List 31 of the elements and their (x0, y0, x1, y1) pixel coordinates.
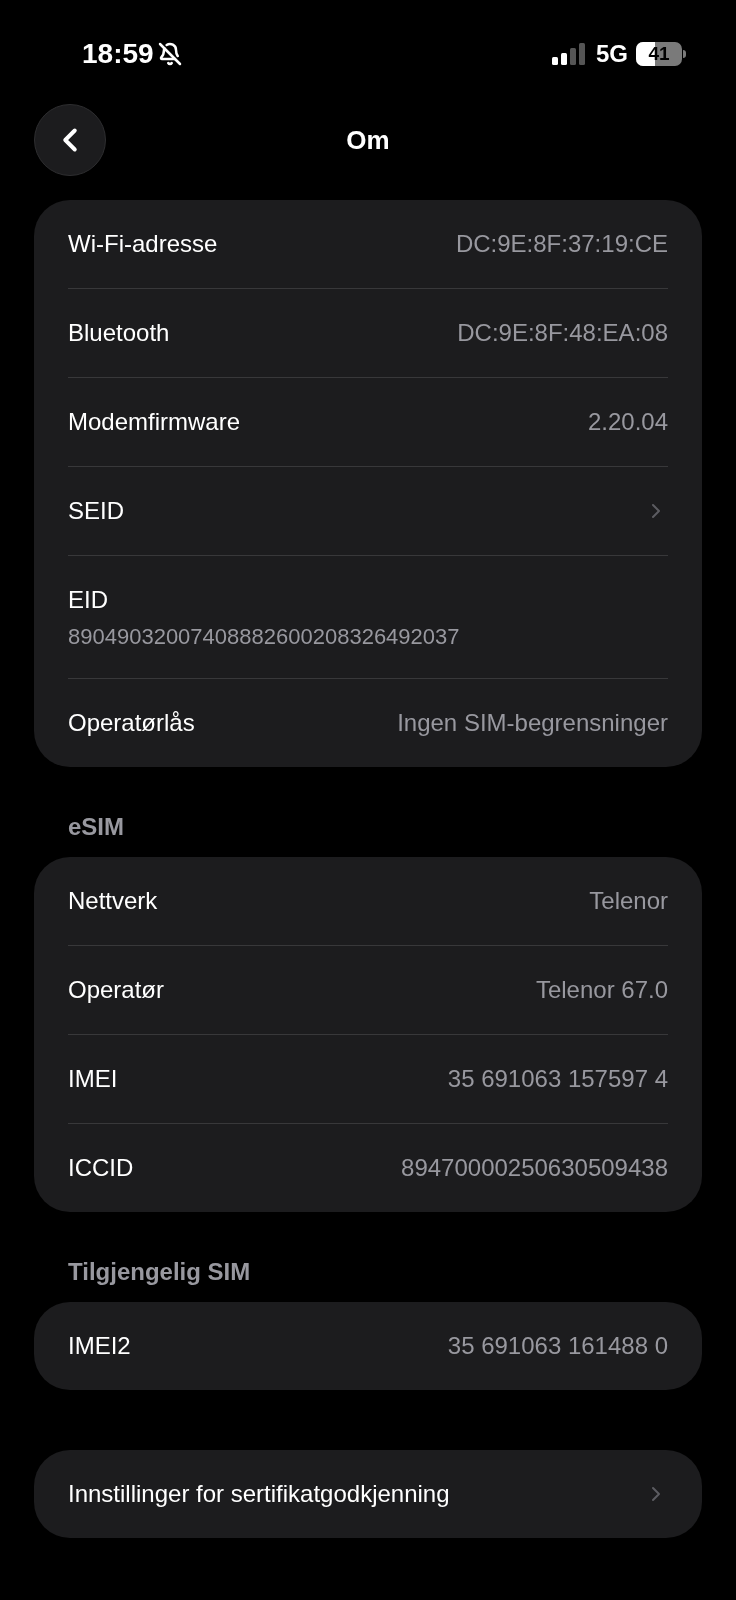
row-label: SEID (68, 496, 124, 526)
row-label: Bluetooth (68, 318, 170, 348)
row-label: Wi-Fi-adresse (68, 229, 218, 259)
status-time: 18:59 (82, 37, 154, 71)
row-label: EID (68, 584, 109, 615)
settings-row[interactable]: Innstillinger for sertifikatgodkjenning (68, 1450, 668, 1538)
row-value: 89049032007408882600208326492037 (68, 622, 461, 651)
signal-icon (552, 43, 588, 65)
row-label: Operatør (68, 975, 165, 1005)
row-value: DC:9E:8F:37:19:CE (455, 229, 668, 259)
row-label: IMEI2 (68, 1331, 131, 1361)
row-label: Nettverk (68, 886, 158, 916)
row-label: Operatørlås (68, 708, 195, 738)
row-value: DC:9E:8F:48:EA:08 (457, 318, 668, 348)
page-title: Om (346, 123, 390, 157)
row-value: 89470000250630509438 (401, 1153, 668, 1183)
row-value: Telenor (589, 886, 668, 916)
row-label: ICCID (68, 1153, 134, 1183)
settings-row[interactable]: SEID (68, 467, 668, 555)
network-type: 5G (596, 39, 628, 69)
row-label: IMEI (68, 1064, 118, 1094)
row-value: Ingen SIM-begrensninger (397, 708, 668, 738)
row-value: 35 691063 161488 0 (447, 1331, 668, 1361)
row-label: Innstillinger for sertifikatgodkjenning (68, 1479, 450, 1509)
section-header: Tilgjengelig SIM (67, 1257, 252, 1287)
row-value: 35 691063 157597 4 (447, 1064, 668, 1094)
row-value: 2.20.04 (587, 407, 668, 437)
row-label: Modemfirmware (68, 407, 241, 437)
silent-bell-icon (157, 42, 182, 66)
row-value: Telenor 67.0 (535, 975, 668, 1005)
section-header: eSIM (67, 812, 125, 842)
